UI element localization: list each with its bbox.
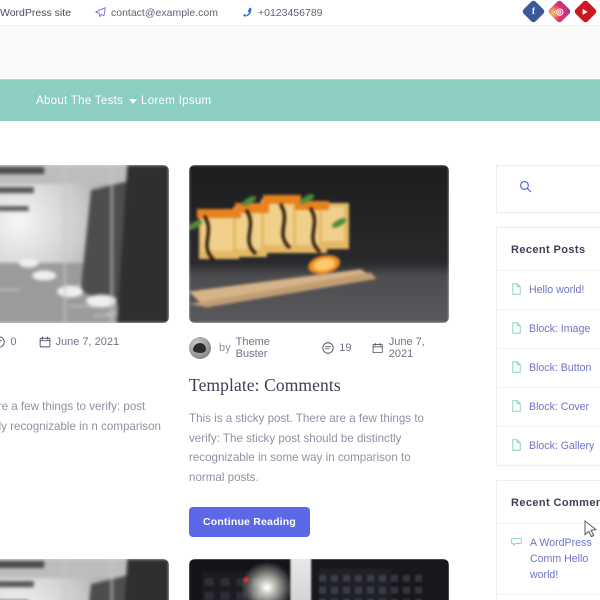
contact-phone-label: +0123456789 xyxy=(258,7,323,19)
instagram-icon[interactable]: ◎ xyxy=(547,0,571,24)
paper-plane-icon xyxy=(95,7,106,18)
post-comment-count-value: 0 xyxy=(10,336,16,348)
post-meta: heme Buster 0 June 7, 2021 xyxy=(0,336,169,348)
recent-comments-title: Recent Comments xyxy=(497,481,600,524)
contact-phone[interactable]: +0123456789 xyxy=(242,7,323,19)
list-item-label: Hello world! xyxy=(529,282,584,298)
facebook-icon[interactable]: f xyxy=(521,0,545,24)
list-item[interactable]: Hello world! xyxy=(497,271,600,310)
page-root: WordPress site contact@example.com +0123… xyxy=(0,0,600,600)
post-row-1: heme Buster 0 June 7, 2021 e: Sticky xyxy=(0,165,476,537)
nav-item-lorem-ipsum[interactable]: Lorem Ipsum xyxy=(141,95,211,107)
social-links: f ◎ xyxy=(525,3,594,20)
post-thumbnail-city[interactable] xyxy=(189,559,449,600)
post-comment-count-value: 19 xyxy=(339,342,351,354)
document-icon xyxy=(511,283,522,295)
list-item-label: Block: Image xyxy=(529,321,590,337)
post-thumbnail-cake[interactable] xyxy=(189,165,449,323)
post-title[interactable]: Template: Comments xyxy=(189,375,449,396)
avatar xyxy=(189,337,211,359)
mouse-cursor xyxy=(584,520,598,545)
document-icon xyxy=(511,400,522,412)
chevron-down-icon xyxy=(129,99,137,104)
post-excerpt: This is a sticky post. There are a few t… xyxy=(189,409,449,487)
post-title[interactable]: e: Sticky xyxy=(0,363,169,384)
nav-item-3-label: Lorem Ipsum xyxy=(141,95,211,107)
nav-item-about-the-tests[interactable]: About The Tests xyxy=(36,95,137,107)
document-icon xyxy=(511,322,522,334)
list-item[interactable]: John Doe on Edge Content xyxy=(497,595,600,600)
search-icon[interactable] xyxy=(519,180,532,198)
list-item[interactable]: Block: Image xyxy=(497,310,600,349)
post-date-value: June 7, 2021 xyxy=(56,336,120,348)
list-item[interactable]: Block: Cover xyxy=(497,388,600,427)
document-icon xyxy=(511,439,522,451)
site-header-band xyxy=(0,26,600,79)
site-name: WordPress site xyxy=(0,7,71,19)
comment-icon xyxy=(511,536,523,548)
post-date: June 7, 2021 xyxy=(39,336,120,348)
post-date-value: June 7, 2021 xyxy=(389,336,449,360)
post-thumbnail-subway[interactable] xyxy=(0,165,169,323)
post-excerpt: cky post. There are a few things to veri… xyxy=(0,397,169,456)
document-icon xyxy=(511,361,522,373)
contact-email[interactable]: contact@example.com xyxy=(95,7,218,19)
post-meta: by Theme Buster 19 June 7, 2021 xyxy=(189,336,449,360)
post-date: June 7, 2021 xyxy=(372,336,449,360)
nav-item-2-label: About The Tests xyxy=(36,95,123,107)
search-widget[interactable] xyxy=(496,165,600,213)
post-by-label: by xyxy=(219,342,231,354)
post-card-comments: by Theme Buster 19 June 7, 2021 Template… xyxy=(189,165,449,537)
post-card-sticky: heme Buster 0 June 7, 2021 e: Sticky xyxy=(0,165,169,537)
recent-posts-widget: Recent Posts Hello world! Block: Image B… xyxy=(496,227,600,466)
recent-posts-list: Hello world! Block: Image Block: Button … xyxy=(497,271,600,465)
contact-email-label: contact@example.com xyxy=(111,7,218,19)
site-name-label: WordPress site xyxy=(0,7,71,19)
post-card-4 xyxy=(189,559,449,600)
list-item-label: Block: Button xyxy=(529,360,591,376)
post-row-2 xyxy=(0,559,476,600)
recent-posts-title: Recent Posts xyxy=(497,228,600,271)
post-grid: heme Buster 0 June 7, 2021 e: Sticky xyxy=(0,165,476,600)
list-item[interactable]: Block: Button xyxy=(497,349,600,388)
youtube-icon[interactable] xyxy=(573,0,597,24)
post-comment-count[interactable]: 0 xyxy=(0,336,17,348)
main-navigation: ge About The Tests Lorem Ipsum xyxy=(0,79,600,121)
post-card-3 xyxy=(0,559,169,600)
post-thumbnail-subway-2[interactable] xyxy=(0,559,169,600)
post-comment-count[interactable]: 19 xyxy=(322,342,351,354)
phone-icon xyxy=(242,7,253,18)
content-area: heme Buster 0 June 7, 2021 e: Sticky xyxy=(0,121,600,600)
top-bar: WordPress site contact@example.com +0123… xyxy=(0,0,600,26)
post-author[interactable]: Theme Buster xyxy=(236,336,302,360)
list-item-label: Block: Gallery xyxy=(529,438,594,454)
continue-reading-button[interactable]: Continue Reading xyxy=(189,507,310,537)
list-item[interactable]: Block: Gallery xyxy=(497,427,600,465)
list-item-label: Block: Cover xyxy=(529,399,589,415)
